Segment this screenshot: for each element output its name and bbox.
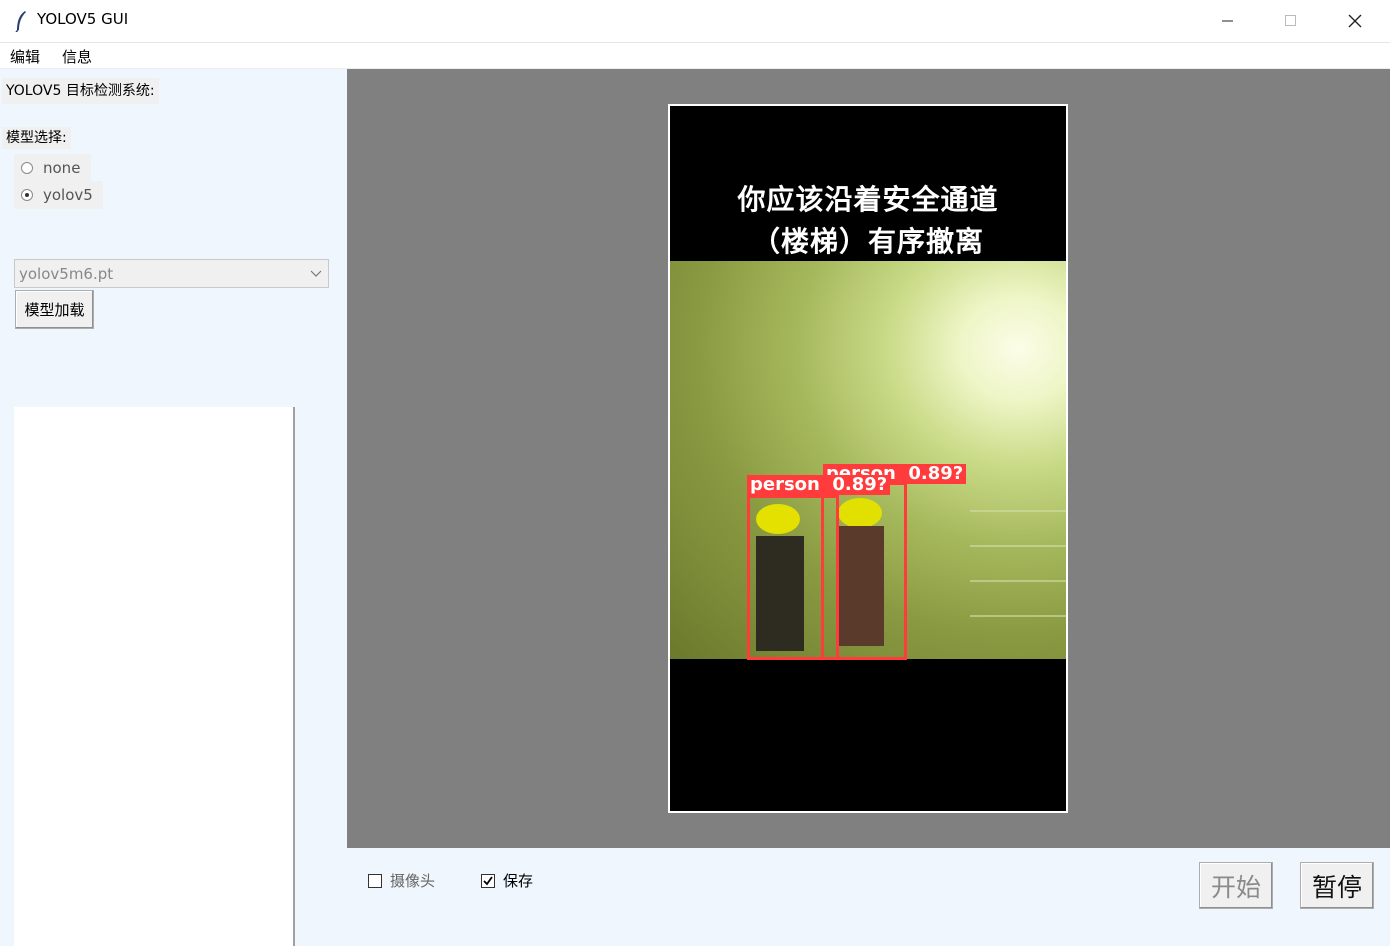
- camera-checkbox-label: 摄像头: [390, 872, 436, 890]
- detection-label-left: person 0.89?: [747, 475, 891, 495]
- checkmark-icon: [483, 875, 493, 885]
- close-button[interactable]: [1323, 0, 1387, 42]
- radio-none[interactable]: none: [14, 154, 91, 182]
- minimize-button[interactable]: [1196, 0, 1260, 42]
- model-select-label: 模型选择:: [2, 127, 71, 149]
- minimize-icon: [1222, 20, 1233, 22]
- system-label: YOLOV5 目标检测系统:: [2, 78, 159, 104]
- camera-checkbox-row[interactable]: 摄像头: [368, 870, 435, 891]
- save-checkbox[interactable]: [481, 873, 495, 888]
- chevron-down-icon[interactable]: [304, 260, 328, 287]
- save-checkbox-label: 保存: [503, 872, 534, 890]
- load-model-button[interactable]: 模型加载: [15, 290, 94, 329]
- menu-info[interactable]: 信息: [62, 46, 92, 67]
- maximize-button[interactable]: [1259, 0, 1323, 42]
- weights-combobox-value: yolov5m6.pt: [19, 265, 114, 283]
- radio-button-none[interactable]: [21, 162, 33, 174]
- video-caption-line1: 你应该沿着安全通道: [737, 183, 999, 216]
- video-caption-line2: （楼梯）有序撤离: [751, 225, 984, 258]
- radio-button-yolov5[interactable]: [21, 189, 33, 201]
- weights-combobox[interactable]: yolov5m6.pt: [14, 259, 329, 288]
- pause-button[interactable]: 暂停: [1300, 862, 1374, 909]
- camera-checkbox[interactable]: [368, 873, 382, 888]
- video-frame: 你应该沿着安全通道 （楼梯）有序撤离 person 0.89? person 0…: [668, 104, 1068, 813]
- window-title: YOLOV5 GUI: [37, 10, 129, 28]
- menu-edit[interactable]: 编辑: [10, 46, 40, 67]
- feather-icon: [15, 11, 26, 32]
- close-icon: [1348, 14, 1362, 28]
- save-checkbox-row[interactable]: 保存: [481, 870, 533, 891]
- radio-label-none: none: [43, 159, 81, 177]
- radio-yolov5[interactable]: yolov5: [14, 181, 103, 209]
- output-text-area[interactable]: [14, 407, 295, 946]
- detection-box-right: [821, 482, 907, 660]
- maximize-icon: [1285, 15, 1296, 26]
- start-button[interactable]: 开始: [1199, 862, 1273, 909]
- title-bar: YOLOV5 GUI: [0, 0, 1390, 43]
- radio-label-yolov5: yolov5: [43, 186, 93, 204]
- menu-bar: 编辑 信息: [0, 43, 1390, 69]
